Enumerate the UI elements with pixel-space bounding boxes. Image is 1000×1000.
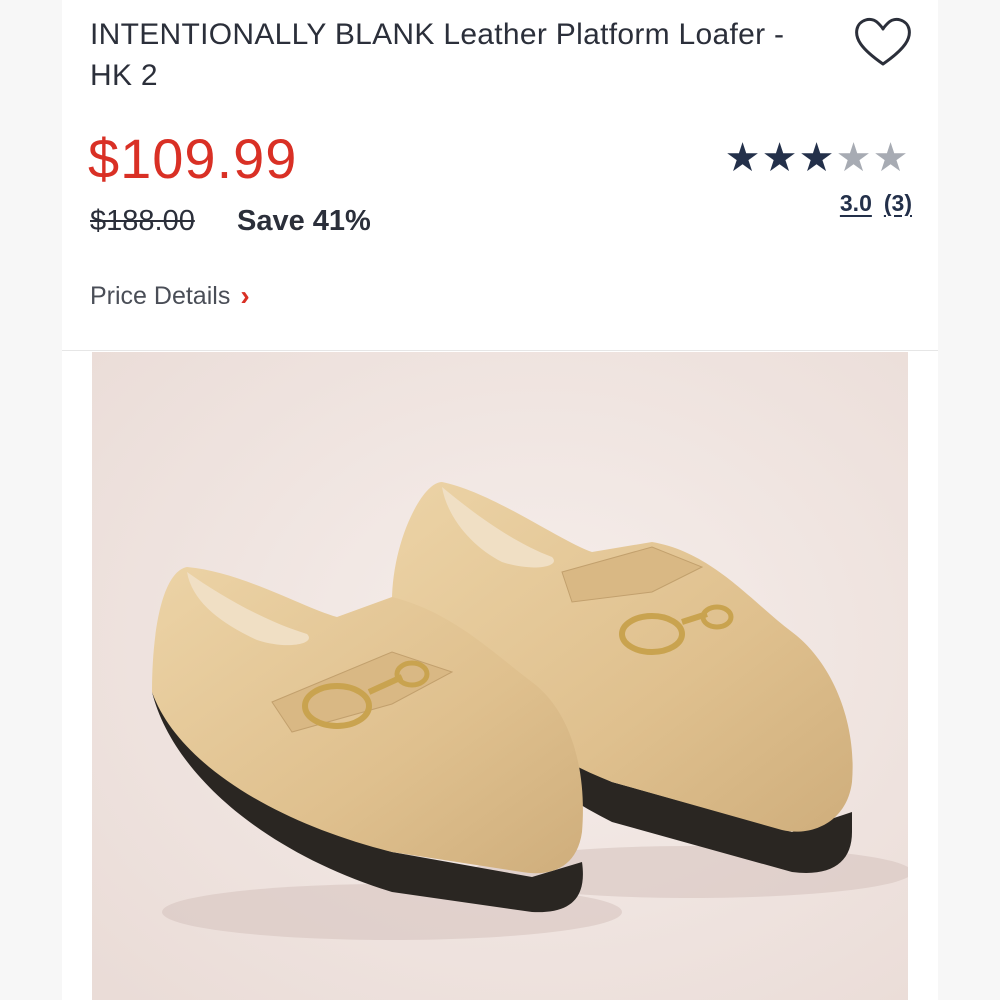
- price-details-label: Price Details: [90, 281, 231, 310]
- chevron-right-icon: ›: [240, 280, 250, 311]
- heart-outline-icon: [855, 17, 911, 66]
- rating-summary[interactable]: 3.0 (3): [840, 190, 912, 217]
- star-icon: ★: [724, 136, 761, 180]
- wishlist-button[interactable]: [852, 14, 914, 70]
- product-title: INTENTIONALLY BLANK Leather Platform Loa…: [90, 18, 785, 92]
- original-price: $188.00: [90, 205, 195, 237]
- savings-label: Save 41%: [237, 205, 371, 237]
- star-icon: ★: [761, 136, 798, 180]
- product-image[interactable]: [92, 352, 908, 1000]
- rating-count[interactable]: (3): [884, 190, 912, 217]
- divider: [62, 350, 938, 351]
- rating-value[interactable]: 3.0: [840, 190, 872, 217]
- star-icon: ★: [872, 136, 909, 180]
- rating-stars[interactable]: ★ ★ ★ ★ ★: [724, 138, 909, 178]
- star-icon: ★: [798, 136, 835, 180]
- price-details-link[interactable]: Price Details ›: [90, 280, 250, 312]
- loafers-illustration: [92, 352, 908, 1000]
- sale-price: $109.99: [88, 127, 298, 190]
- star-icon: ★: [835, 136, 872, 180]
